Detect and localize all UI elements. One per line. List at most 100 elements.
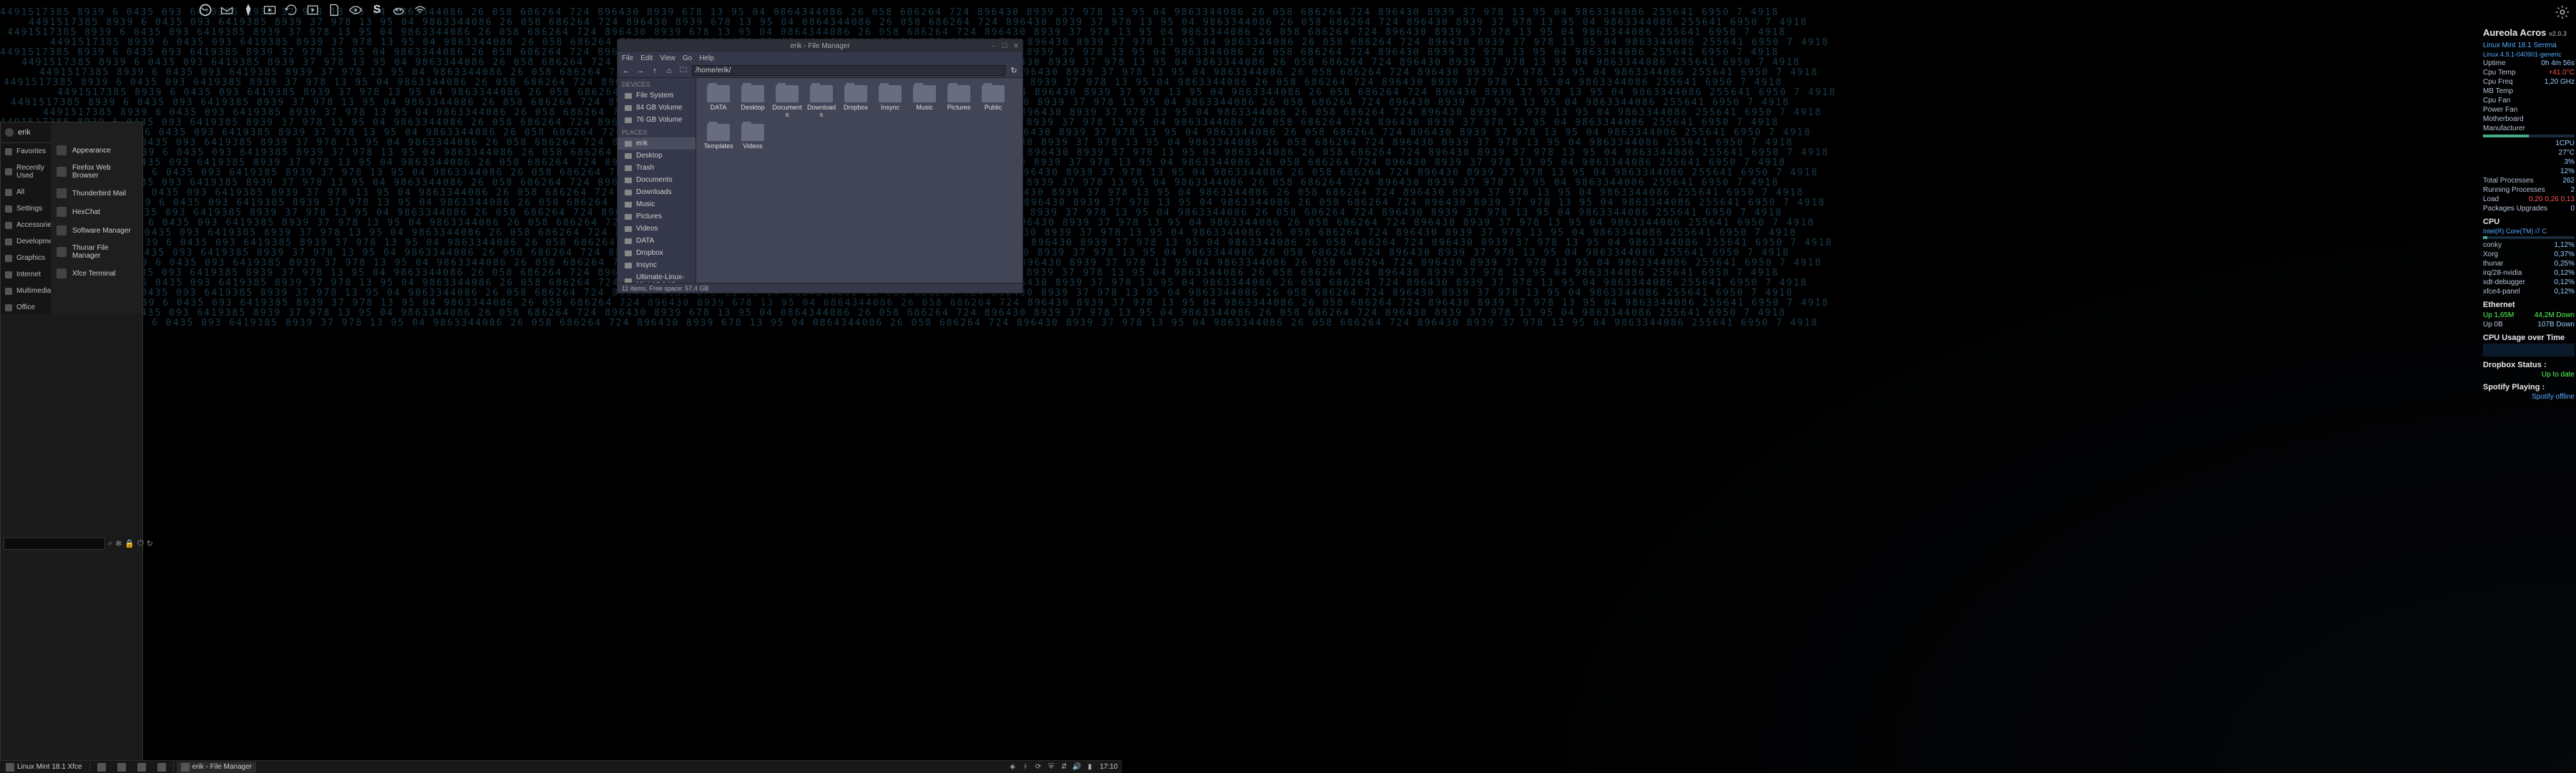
sidebar-item-documents[interactable]: Documents [618, 174, 696, 186]
category-recently-used[interactable]: Recently Used [1, 160, 51, 184]
folder-view[interactable]: DATA Desktop Documents Downloads Dropbox… [696, 78, 1023, 283]
quick-launch-firefox[interactable] [113, 762, 130, 773]
drive-icon [625, 93, 632, 99]
category-accessories[interactable]: Accessories [1, 217, 51, 233]
folder-templates[interactable]: Templates [702, 122, 735, 151]
taskbar-clock[interactable]: 17:10 [1097, 763, 1121, 771]
user-name: erik [18, 128, 31, 137]
app-thunar[interactable]: Thunar File Manager [51, 240, 142, 264]
folder-insync[interactable]: Insync [874, 84, 907, 120]
category-favorites[interactable]: Favorites [1, 143, 51, 160]
nav-forward-button[interactable]: → [635, 65, 646, 77]
app-firefox[interactable]: Firefox Web Browser [51, 160, 142, 184]
taskbar-window-filemanager[interactable]: erik - File Manager [177, 762, 256, 773]
sidebar-item-home[interactable]: erik [618, 137, 696, 150]
category-settings[interactable]: Settings [1, 200, 51, 217]
conky-eth-total: Up 1,65M44,2M Down [2483, 311, 2575, 320]
nav-back-button[interactable]: ← [620, 65, 632, 77]
sidebar-item-music[interactable]: Music [618, 198, 696, 210]
sidebar-item-volume-84[interactable]: 84 GB Volume [618, 102, 696, 114]
maximize-button[interactable]: ☐ [1001, 42, 1008, 49]
gimp-icon[interactable] [390, 1, 407, 19]
app-xfce-terminal[interactable]: Xfce Terminal [51, 264, 142, 283]
sidebar-item-downloads[interactable]: Downloads [618, 186, 696, 198]
category-multimedia[interactable]: Multimedia [1, 283, 51, 299]
spotify-icon[interactable]: S [369, 1, 386, 19]
app-software-manager[interactable]: Software Manager [51, 221, 142, 240]
menu-view[interactable]: View [660, 54, 675, 62]
session-reload-icon[interactable]: ↻ [147, 539, 153, 549]
tray-network-icon[interactable]: ⇵ [1060, 763, 1068, 772]
lock-icon[interactable]: 🔒 [125, 539, 135, 549]
folder-documents[interactable]: Documents [771, 84, 804, 120]
sidebar-item-trash[interactable]: Trash [618, 162, 696, 174]
menu-help[interactable]: Help [699, 54, 714, 62]
quick-launch-mail[interactable] [153, 762, 170, 773]
settings-icon[interactable]: ✻ [115, 539, 122, 549]
sidebar-item-filesystem[interactable]: File System [618, 89, 696, 102]
path-input[interactable]: /home/erik/ [692, 65, 1005, 76]
sidebar-item-insync[interactable]: Insync [618, 259, 696, 271]
firefox-icon [117, 763, 126, 772]
folder-public[interactable]: Public [977, 84, 1010, 120]
nav-home-button[interactable]: ⌂ [663, 65, 675, 77]
sidebar-item-pictures[interactable]: Pictures [618, 210, 696, 223]
folder-downloads[interactable]: Downloads [805, 84, 838, 120]
nav-up-button[interactable]: ↑ [649, 65, 660, 77]
tray-bluetooth-icon[interactable]: ᚼ [1021, 763, 1030, 772]
document-icon[interactable] [326, 1, 343, 19]
glade-icon[interactable] [240, 1, 257, 19]
sidebar-item-desktop[interactable]: Desktop [618, 150, 696, 162]
close-button[interactable]: ✕ [1013, 42, 1020, 49]
tray-volume-icon[interactable]: 🔊 [1073, 763, 1081, 772]
search-icon[interactable]: ⌕ [108, 539, 112, 549]
sidebar-item-data[interactable]: DATA [618, 235, 696, 247]
tray-updates-icon[interactable]: ⟳ [1034, 763, 1043, 772]
window-titlebar[interactable]: erik - File Manager – ☐ ✕ [618, 39, 1023, 52]
category-development[interactable]: Development [1, 233, 51, 250]
category-office[interactable]: Office [1, 299, 51, 316]
quick-launch-files[interactable] [93, 762, 110, 773]
folder-icon [810, 85, 833, 102]
reload-icon[interactable] [283, 1, 300, 19]
start-search-input[interactable] [4, 538, 105, 550]
tray-dropbox-icon[interactable]: ◈ [1008, 763, 1017, 772]
sidebar-item-dropbox[interactable]: Dropbox [618, 247, 696, 259]
reload-button[interactable]: ↻ [1008, 65, 1020, 77]
app-appearance[interactable]: Appearance [51, 141, 142, 160]
system-settings-icon[interactable] [2555, 4, 2570, 20]
folder-music[interactable]: Music [908, 84, 941, 120]
menu-edit[interactable]: Edit [640, 54, 653, 62]
thunderbird-icon[interactable] [218, 1, 235, 19]
folder-desktop[interactable]: Desktop [736, 84, 769, 120]
sidebar-item-ultimate[interactable]: Ultimate-Linux-Mint-18.1-Xfce [618, 271, 696, 283]
tray-shield-icon[interactable]: ⛨ [1047, 763, 1055, 772]
folder-icon [625, 202, 632, 208]
start-button[interactable]: Linux Mint 18.1 Xfce [1, 762, 87, 773]
media-player-icon[interactable] [304, 1, 321, 19]
video-icon[interactable] [261, 1, 278, 19]
tray-battery-icon[interactable]: ▮ [1085, 763, 1094, 772]
folder-data[interactable]: DATA [702, 84, 735, 120]
start-menu-user[interactable]: erik [1, 122, 51, 143]
menu-file[interactable]: File [622, 54, 633, 62]
folder-pictures[interactable]: Pictures [942, 84, 975, 120]
logout-icon[interactable]: ⏻ [137, 539, 144, 549]
conky-eth-label: Ethernet [2483, 301, 2575, 309]
category-all[interactable]: All [1, 184, 51, 200]
sidebar-item-videos[interactable]: Videos [618, 223, 696, 235]
app-thunderbird[interactable]: Thunderbird Mail [51, 184, 142, 203]
minimize-button[interactable]: – [990, 42, 997, 49]
eye-icon[interactable] [347, 1, 364, 19]
sidebar-item-volume-76[interactable]: 76 GB Volume [618, 114, 696, 126]
conky-cpu-graph [2483, 344, 2575, 356]
quick-launch-terminal[interactable] [133, 762, 150, 773]
wifi-icon[interactable] [411, 1, 429, 19]
app-hexchat[interactable]: HexChat [51, 203, 142, 221]
firefox-icon[interactable] [197, 1, 214, 19]
folder-videos[interactable]: Videos [736, 122, 769, 151]
category-internet[interactable]: Internet [1, 266, 51, 283]
category-graphics[interactable]: Graphics [1, 250, 51, 266]
menu-go[interactable]: Go [683, 54, 692, 62]
folder-dropbox[interactable]: Dropbox [839, 84, 872, 120]
